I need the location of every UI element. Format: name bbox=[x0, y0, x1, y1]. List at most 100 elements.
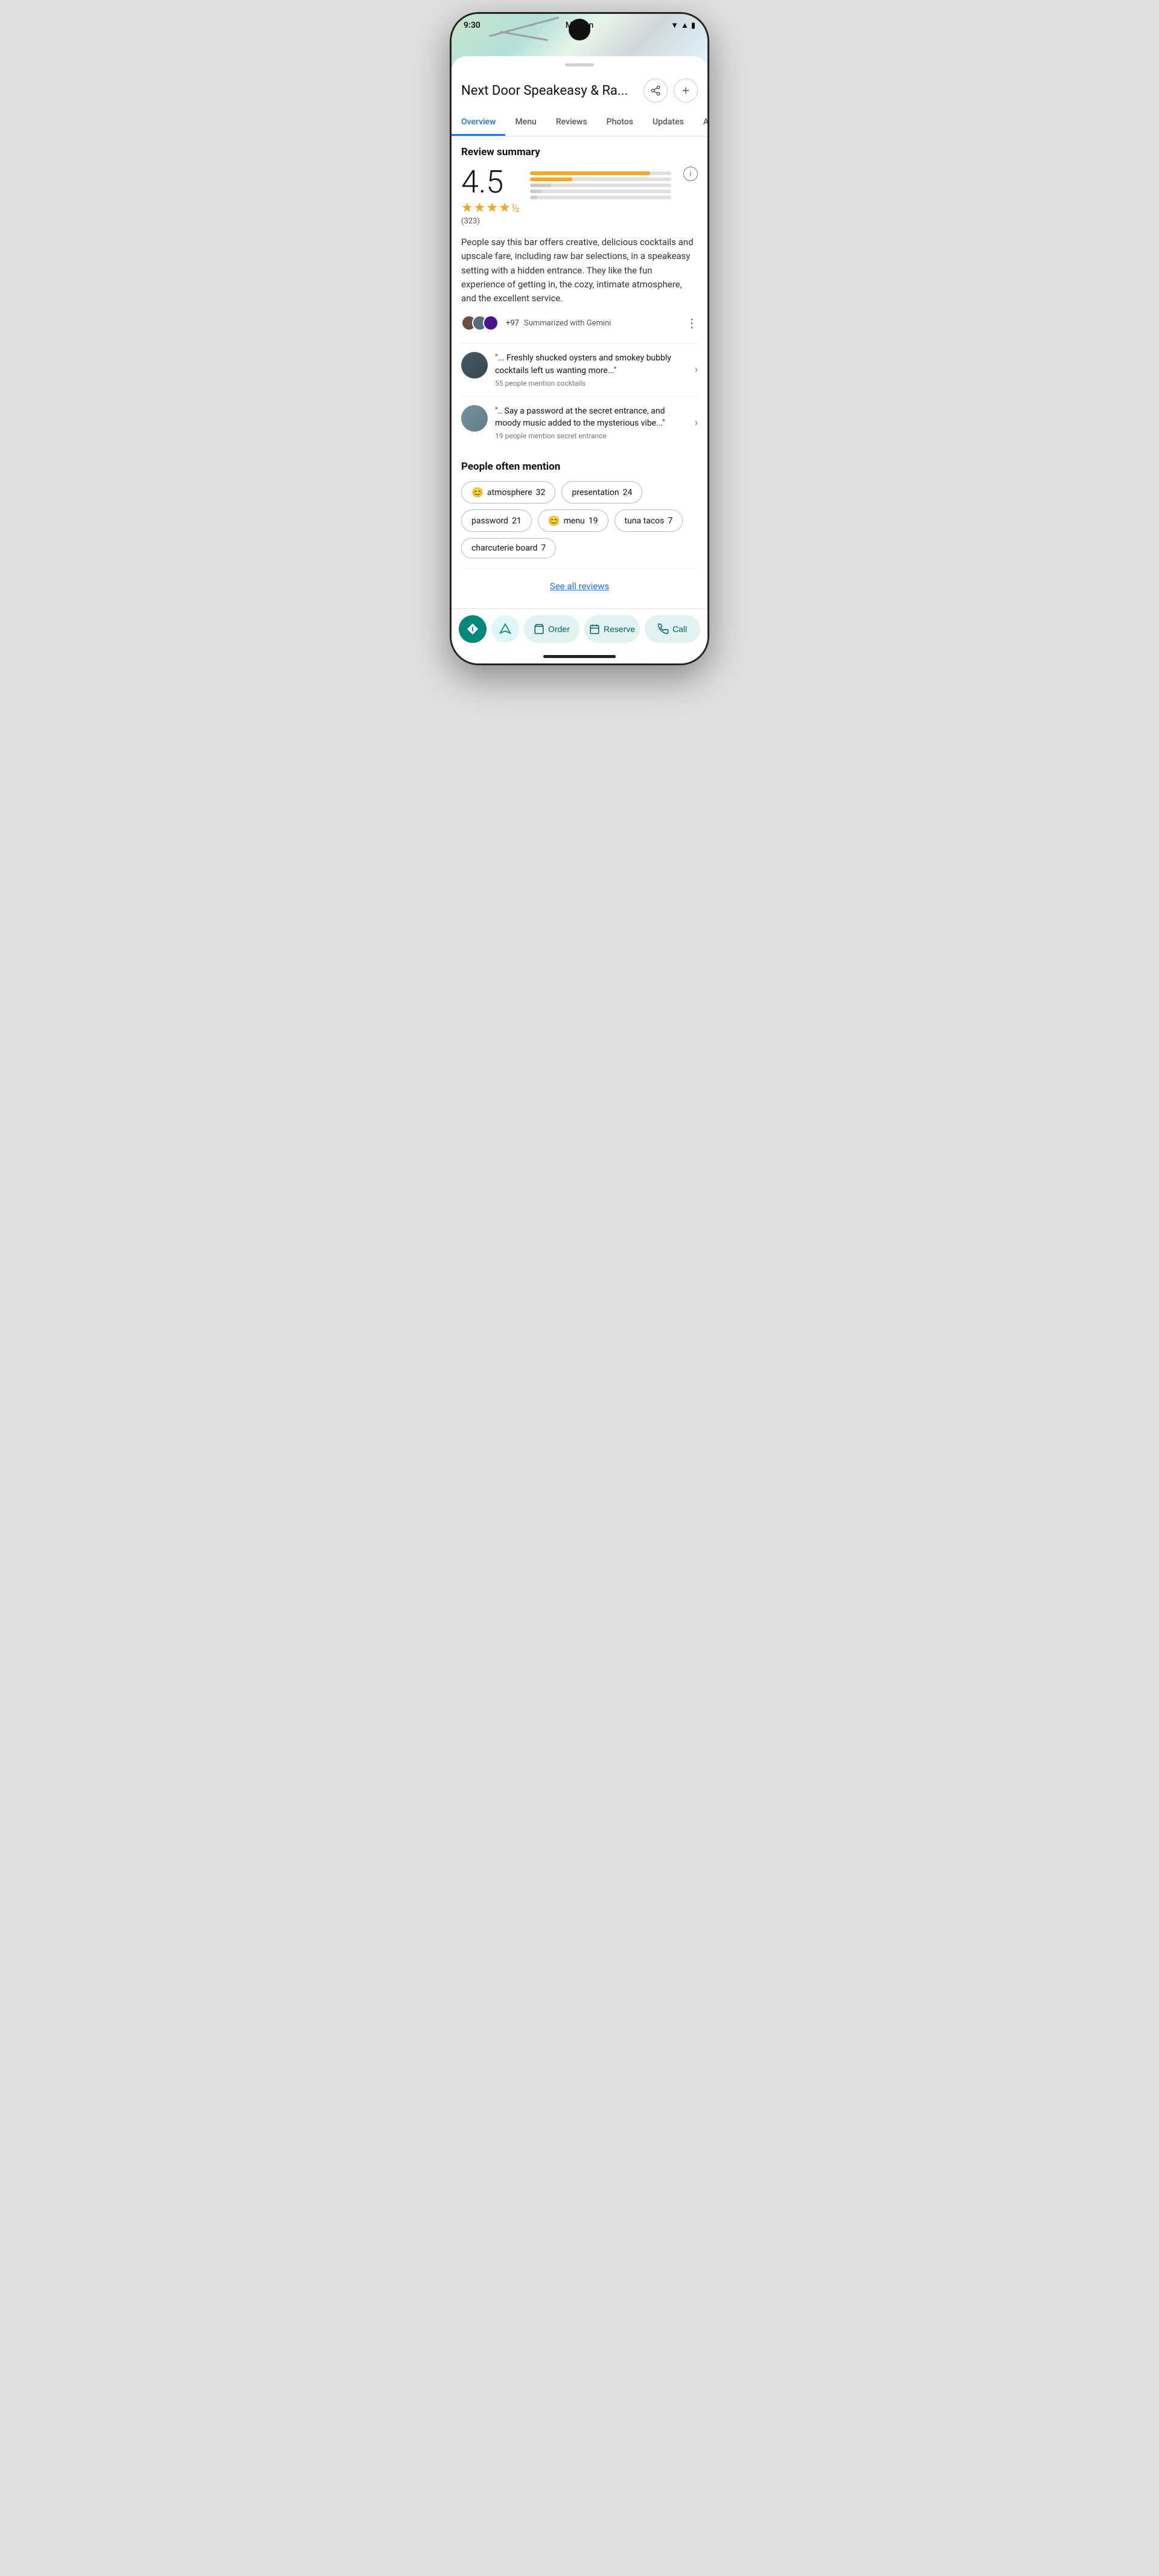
rating-number: 4.5 bbox=[461, 167, 520, 198]
see-all-reviews[interactable]: See all reviews bbox=[461, 568, 698, 599]
location-button[interactable] bbox=[491, 615, 519, 643]
bar-row-5 bbox=[530, 171, 671, 175]
tag-password-label: password bbox=[471, 516, 508, 526]
snippet-arrow-1: › bbox=[695, 363, 698, 376]
avatar-stack bbox=[461, 315, 494, 331]
directions-button[interactable] bbox=[459, 615, 487, 643]
bottom-bar: Order Reserve Call bbox=[452, 609, 707, 649]
tag-charcuterie-label: charcuterie board bbox=[471, 543, 537, 553]
atmosphere-emoji: 😊 bbox=[471, 487, 484, 498]
avatar-3 bbox=[483, 315, 499, 331]
review-summary-title: Review summary bbox=[461, 146, 698, 158]
place-title: Next Door Speakeasy & Ra... bbox=[461, 83, 639, 98]
stars-and-count: ★★★★½ (323) bbox=[461, 200, 520, 226]
bar-row-1 bbox=[530, 196, 671, 199]
tab-menu[interactable]: Menu bbox=[505, 110, 546, 136]
tab-updates[interactable]: Updates bbox=[643, 110, 694, 136]
reserve-button[interactable]: Reserve bbox=[584, 615, 640, 643]
tag-tuna-tacos-label: tuna tacos bbox=[625, 516, 665, 526]
rating-row: 4.5 ★★★★½ (323) bbox=[461, 167, 698, 226]
tag-menu-label: menu bbox=[564, 516, 585, 526]
review-count: (323) bbox=[461, 217, 520, 226]
header-buttons bbox=[643, 78, 698, 103]
white-card: Next Door Speakeasy & Ra... Overview Me bbox=[452, 56, 707, 663]
header: Next Door Speakeasy & Ra... bbox=[452, 74, 707, 110]
bar-outer-5 bbox=[530, 171, 671, 175]
tab-overview[interactable]: Overview bbox=[452, 110, 505, 136]
drag-handle bbox=[565, 63, 594, 66]
avatar-count: +97 bbox=[506, 319, 519, 328]
gemini-row: +97 Summarized with Gemini ⋮ bbox=[461, 315, 698, 331]
snippet-arrow-2: › bbox=[695, 417, 698, 429]
tag-tuna-tacos[interactable]: tuna tacos 7 bbox=[615, 510, 683, 532]
snippet-text-2: ".. Say a password at the secret entranc… bbox=[495, 405, 688, 430]
tag-tuna-tacos-count: 7 bbox=[668, 516, 672, 526]
snippet-text-1: "... Freshly shucked oysters and smokey … bbox=[495, 352, 688, 377]
bar-inner-2 bbox=[530, 190, 541, 193]
snippet-content-2: ".. Say a password at the secret entranc… bbox=[495, 405, 688, 441]
call-button[interactable]: Call bbox=[645, 615, 700, 643]
tag-atmosphere-count: 32 bbox=[536, 488, 546, 497]
phone-frame: 9:30 Malden ▼ ▲ ▮ Next Door Speakeasy & … bbox=[450, 12, 709, 665]
review-snippet-1[interactable]: "... Freshly shucked oysters and smokey … bbox=[461, 343, 698, 396]
tag-presentation-count: 24 bbox=[623, 488, 633, 497]
content-area: Review summary 4.5 ★★★★½ (323) bbox=[452, 136, 707, 609]
share-button[interactable] bbox=[643, 78, 668, 103]
stars-display: ★★★★½ bbox=[461, 200, 520, 216]
review-snippet-2[interactable]: ".. Say a password at the secret entranc… bbox=[461, 396, 698, 449]
status-time: 9:30 bbox=[464, 21, 481, 30]
mention-section-title: People often mention bbox=[461, 461, 698, 473]
signal-icon: ▲ bbox=[681, 21, 689, 30]
tab-about[interactable]: About bbox=[694, 110, 707, 136]
tag-presentation-label: presentation bbox=[572, 488, 619, 497]
info-icon[interactable]: i bbox=[683, 167, 698, 181]
bar-outer-2 bbox=[530, 190, 671, 193]
gemini-label: Summarized with Gemini bbox=[524, 319, 611, 328]
tag-atmosphere[interactable]: 😊 atmosphere 32 bbox=[461, 481, 555, 503]
add-button[interactable] bbox=[674, 78, 698, 103]
review-description: People say this bar offers creative, del… bbox=[461, 235, 698, 305]
home-bar bbox=[543, 655, 616, 658]
bar-outer-1 bbox=[530, 196, 671, 199]
reviewer-avatar-1 bbox=[461, 352, 488, 379]
snippet-mention-2: 19 people mention secret entrance bbox=[495, 432, 688, 440]
home-indicator bbox=[452, 649, 707, 663]
rating-bars bbox=[530, 171, 671, 199]
bar-inner-4 bbox=[530, 177, 572, 181]
snippet-content-1: "... Freshly shucked oysters and smokey … bbox=[495, 352, 688, 388]
tabs: Overview Menu Reviews Photos Updates Abo… bbox=[452, 110, 707, 136]
order-button[interactable]: Order bbox=[524, 615, 580, 643]
tag-password-count: 21 bbox=[512, 516, 522, 526]
order-label: Order bbox=[548, 624, 570, 634]
tag-password[interactable]: password 21 bbox=[461, 510, 532, 532]
tag-menu-count: 19 bbox=[589, 516, 598, 526]
menu-emoji: 😊 bbox=[548, 515, 560, 526]
snippet-mention-1: 55 people mention cocktails bbox=[495, 379, 688, 388]
tab-reviews[interactable]: Reviews bbox=[546, 110, 597, 136]
rating-left: 4.5 ★★★★½ (323) bbox=[461, 167, 520, 226]
more-options-button[interactable]: ⋮ bbox=[686, 316, 698, 330]
call-label: Call bbox=[672, 624, 687, 634]
reviewer-avatar-2 bbox=[461, 405, 488, 432]
tag-charcuterie[interactable]: charcuterie board 7 bbox=[461, 538, 556, 558]
battery-icon: ▮ bbox=[691, 21, 695, 30]
bar-outer-3 bbox=[530, 184, 671, 187]
bar-inner-5 bbox=[530, 171, 650, 175]
tag-charcuterie-count: 7 bbox=[541, 543, 546, 553]
tag-presentation[interactable]: presentation 24 bbox=[561, 481, 642, 503]
tab-photos[interactable]: Photos bbox=[597, 110, 643, 136]
wifi-icon: ▼ bbox=[671, 21, 678, 30]
tag-menu[interactable]: 😊 menu 19 bbox=[538, 510, 608, 532]
reserve-label: Reserve bbox=[604, 624, 635, 634]
status-icons: ▼ ▲ ▮ bbox=[671, 21, 695, 30]
mention-section: People often mention 😊 atmosphere 32 pre… bbox=[461, 461, 698, 558]
mention-tags: 😊 atmosphere 32 presentation 24 password… bbox=[461, 481, 698, 558]
bar-row-4 bbox=[530, 177, 671, 181]
bar-inner-1 bbox=[530, 196, 537, 199]
bar-row-3 bbox=[530, 184, 671, 187]
camera-notch bbox=[569, 19, 590, 40]
gemini-left: +97 Summarized with Gemini bbox=[461, 315, 611, 331]
tag-atmosphere-label: atmosphere bbox=[487, 488, 532, 497]
bar-outer-4 bbox=[530, 177, 671, 181]
bar-row-2 bbox=[530, 190, 671, 193]
